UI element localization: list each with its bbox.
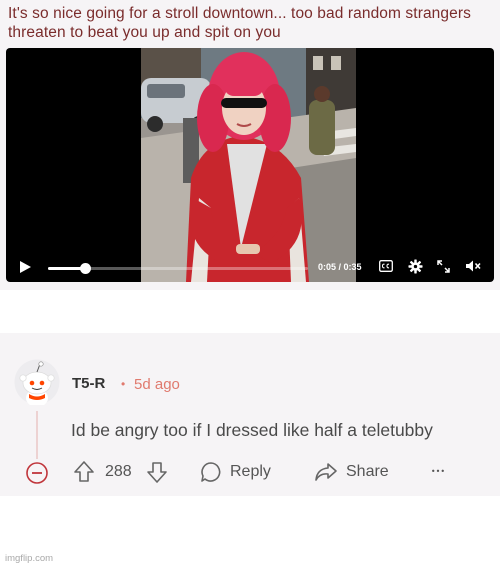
post-card: It's so nice going for a stroll downtown…: [0, 0, 500, 290]
mute-icon: [466, 260, 481, 272]
vote-count: 288: [105, 463, 132, 480]
video-still-image: [141, 48, 356, 282]
post-title: It's so nice going for a stroll downtown…: [8, 5, 471, 41]
captions-button[interactable]: [379, 259, 393, 273]
collapse-icon: [26, 462, 48, 484]
expand-icon: [436, 259, 450, 273]
progress-bar[interactable]: [48, 263, 308, 274]
expand-button[interactable]: [436, 259, 450, 273]
watermark: imgflip.com: [5, 553, 54, 564]
reply-label: Reply: [230, 463, 271, 480]
share-label: Share: [346, 463, 389, 480]
progress-thumb[interactable]: [80, 263, 92, 274]
comment-timestamp[interactable]: 5d ago: [134, 376, 180, 393]
video-controls: 0:05 / 0:35: [6, 253, 494, 282]
speech-bubble-icon: [201, 462, 221, 482]
collapse-button[interactable]: [25, 461, 49, 485]
downvote-arrow-icon: [147, 462, 167, 483]
username[interactable]: T5-R: [72, 375, 105, 392]
comment-card: T5-R • 5d ago Id be angry too if I dress…: [0, 333, 500, 496]
more-options-button[interactable]: •••: [428, 459, 448, 483]
settings-button[interactable]: [407, 258, 423, 274]
video-player[interactable]: 0:05 / 0:35: [6, 48, 494, 282]
share-button[interactable]: Share: [314, 459, 389, 485]
downvote-button[interactable]: [146, 460, 168, 484]
comment-actions: 288 Reply Share •••: [0, 457, 500, 487]
reply-button[interactable]: Reply: [200, 459, 271, 485]
play-button[interactable]: [14, 255, 36, 279]
comment-body: Id be angry too if I dressed like half a…: [71, 420, 433, 440]
thread-line[interactable]: [36, 411, 38, 459]
time-readout: 0:05 / 0:35: [318, 262, 362, 272]
gear-icon: [407, 258, 423, 274]
mute-button[interactable]: [465, 258, 481, 274]
share-arrow-icon: [315, 463, 337, 481]
snoo-avatar-icon: [14, 359, 60, 407]
upvote-button[interactable]: [73, 460, 95, 484]
more-options-icon: •••: [430, 466, 446, 476]
play-icon: [20, 261, 31, 273]
avatar[interactable]: [14, 359, 60, 407]
separator-dot: •: [121, 377, 126, 391]
captions-icon: [379, 260, 393, 272]
upvote-arrow-icon: [74, 461, 94, 482]
video-frame[interactable]: [141, 48, 356, 282]
